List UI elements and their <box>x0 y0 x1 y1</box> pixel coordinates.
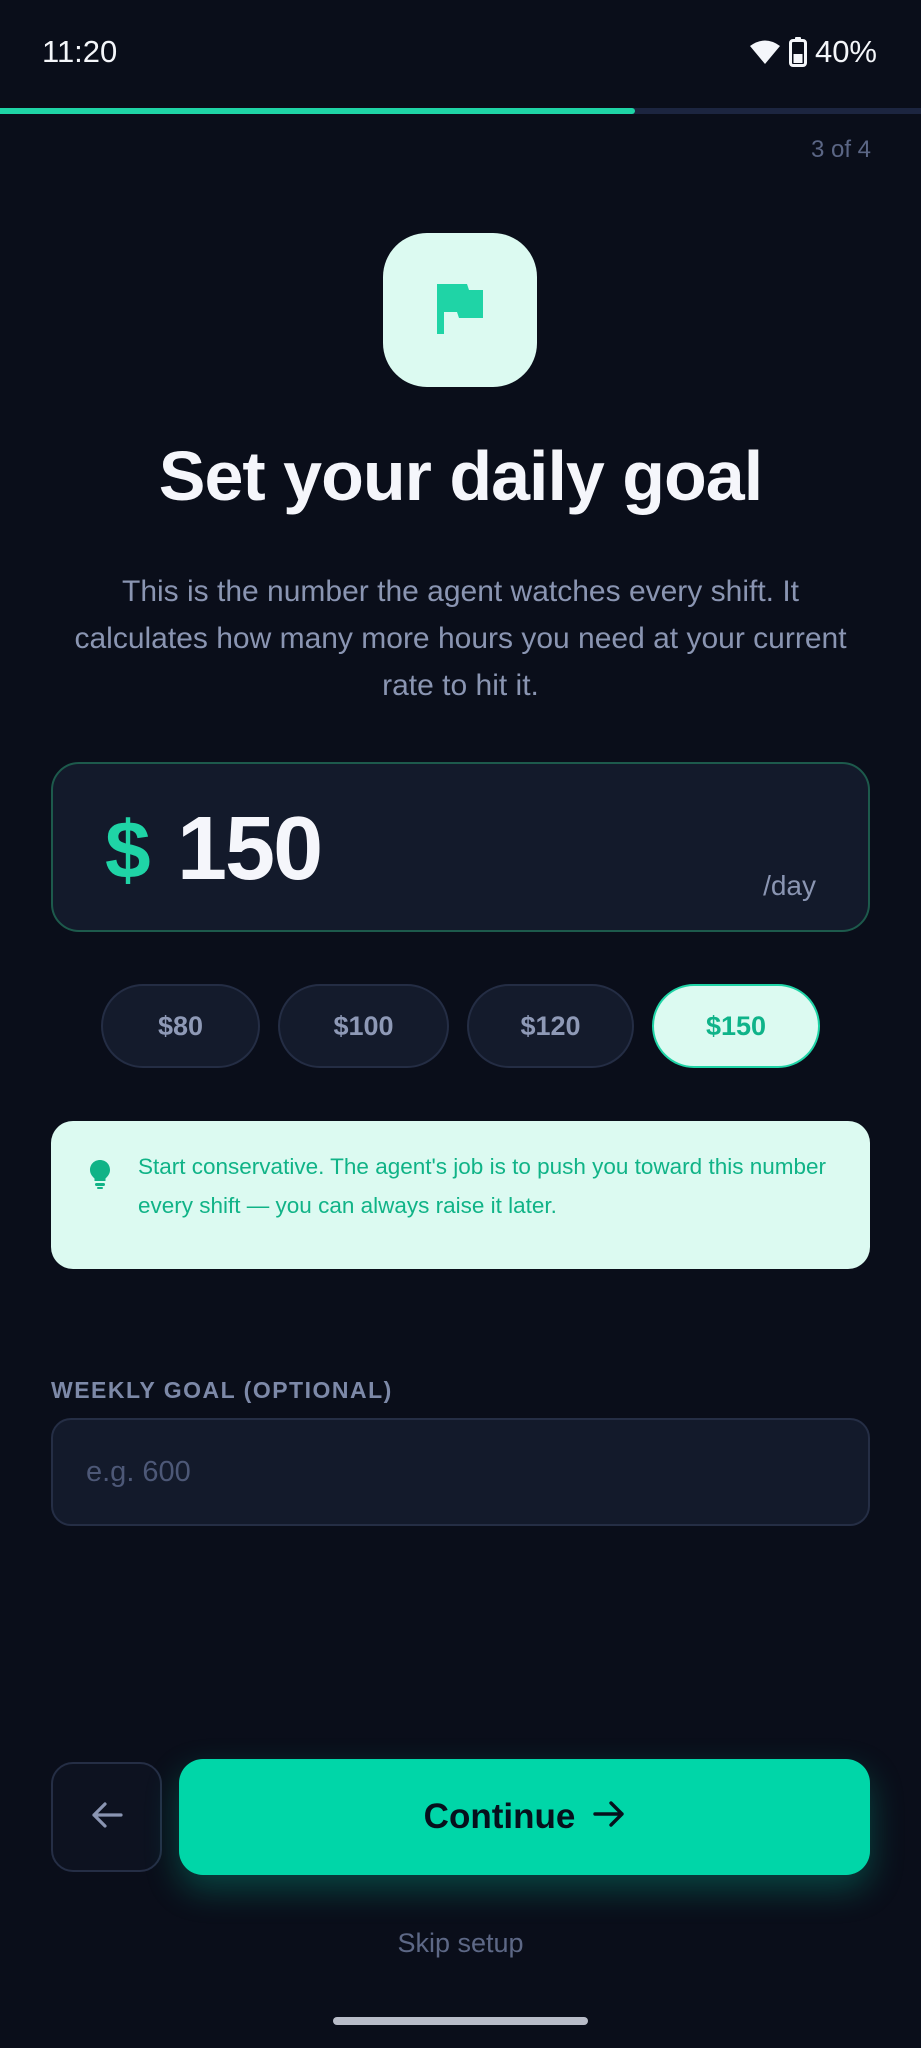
weekly-goal-label: WEEKLY GOAL (OPTIONAL) <box>51 1377 393 1403</box>
progress-fill <box>0 108 635 114</box>
continue-button[interactable]: Continue <box>179 1759 870 1875</box>
wifi-icon <box>749 39 781 65</box>
preset-chip-100[interactable]: $100 <box>278 984 449 1068</box>
status-icons: 40% <box>749 34 877 70</box>
status-bar: 11:20 40% <box>0 0 921 106</box>
step-indicator: 3 of 4 <box>810 136 871 163</box>
continue-label: Continue <box>423 1797 576 1836</box>
arrow-right-icon <box>593 1797 625 1837</box>
weekly-goal-input[interactable] <box>51 1418 870 1526</box>
status-time: 11:20 <box>42 34 118 69</box>
page-title: Set your daily goal <box>158 437 763 515</box>
preset-chip-120[interactable]: $120 <box>467 984 634 1068</box>
home-indicator[interactable] <box>333 2017 588 2025</box>
daily-goal-value[interactable]: 150 <box>177 798 323 901</box>
goal-unit: /day <box>763 870 816 901</box>
arrow-left-icon <box>91 1801 123 1834</box>
lightbulb-icon <box>89 1159 111 1194</box>
currency-symbol: $ <box>105 805 151 896</box>
daily-goal-field[interactable]: $ 150 /day <box>51 762 870 932</box>
flag-icon <box>435 280 485 341</box>
progress-bar <box>0 108 921 114</box>
onboarding-screen: 11:20 40% 3 of 4 Set your daily goal Thi… <box>0 0 921 2048</box>
battery-percentage: 40% <box>814 34 877 69</box>
page-description: This is the number the agent watches eve… <box>74 575 847 702</box>
battery-icon <box>788 37 807 67</box>
preset-chip-150[interactable]: $150 <box>652 984 820 1068</box>
skip-setup-link[interactable]: Skip setup <box>0 1928 921 1959</box>
tip-callout: Start conservative. The agent's job is t… <box>51 1121 870 1269</box>
goal-icon-tile <box>383 233 537 387</box>
preset-chip-80[interactable]: $80 <box>101 984 260 1068</box>
back-button[interactable] <box>51 1762 162 1872</box>
tip-text: Start conservative. The agent's job is t… <box>138 1154 826 1218</box>
